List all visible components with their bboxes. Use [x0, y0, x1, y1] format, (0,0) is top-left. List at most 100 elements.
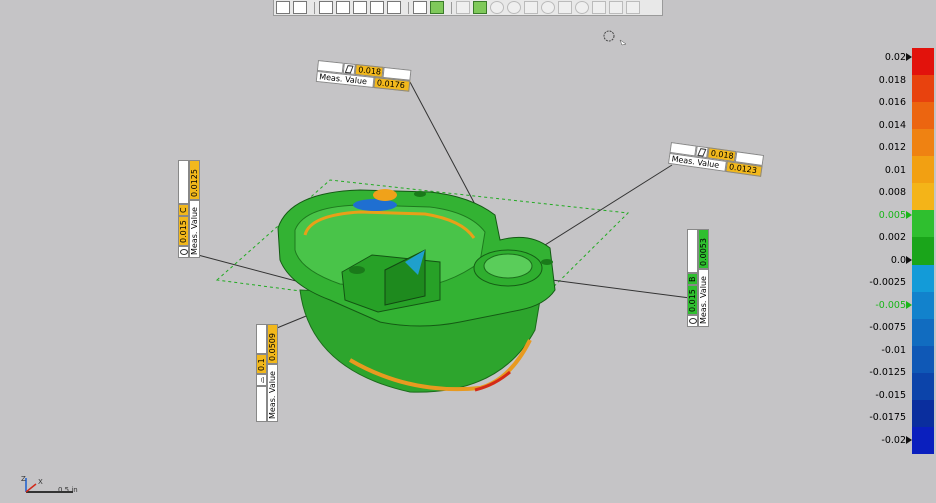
scale-tick-label: 0.008 — [878, 187, 906, 199]
clip-icon[interactable] — [558, 1, 572, 14]
meas-value: 0.0509 — [267, 324, 278, 364]
scale-marker-icon — [906, 210, 912, 219]
meas-value: 0.0125 — [189, 160, 200, 200]
scale-marker-icon — [906, 300, 912, 309]
scale-segment — [912, 75, 934, 103]
datum-label: B — [687, 273, 698, 285]
model-view[interactable] — [0, 0, 936, 503]
zoom-icon[interactable] — [524, 1, 538, 14]
scale-segment — [912, 156, 934, 184]
tolerance-value: 0.015 — [687, 285, 698, 315]
line-icon[interactable] — [456, 1, 470, 14]
view-back-icon[interactable] — [353, 1, 367, 14]
fit-view-icon[interactable] — [387, 1, 401, 14]
scale-tick-label: -0.015 — [875, 389, 906, 401]
callout-position-c[interactable]: 0.015 C Meas. Value 0.0125 — [178, 160, 200, 258]
toolbar-separator — [451, 1, 452, 14]
callout-spacer — [687, 229, 698, 273]
leader-line — [409, 81, 479, 211]
scale-tick-label: 0.02 — [884, 52, 906, 63]
grid-selected-icon[interactable] — [430, 1, 444, 14]
callout-profile[interactable]: ⌓ 0.1 Meas. Value 0.0509 — [256, 324, 278, 422]
scale-tick-label: -0.0125 — [869, 367, 906, 379]
scale-segment — [912, 237, 934, 266]
callout-position-b[interactable]: 0.015 B Meas. Value 0.0053 — [687, 229, 709, 327]
grid-icon[interactable] — [413, 1, 427, 14]
scale-segment — [912, 210, 934, 238]
scale-segment — [912, 399, 934, 428]
meas-label: Meas. Value — [267, 364, 278, 422]
scale-tick-label: 0.002 — [878, 232, 906, 244]
scale-marker-icon — [906, 255, 912, 264]
view-side-icon[interactable] — [336, 1, 350, 14]
meas-value: 0.0053 — [698, 229, 709, 269]
scale-unit: 0.5 in — [58, 486, 78, 494]
view-front-icon[interactable] — [293, 1, 307, 14]
3d-viewport[interactable]: 0.018 Meas. Value 0.0176 0.018 Meas. Val… — [0, 0, 936, 503]
scale-tick-label: 0.016 — [878, 97, 906, 109]
scale-tick-label: 0.018 — [878, 74, 906, 86]
scale-segment — [912, 291, 934, 320]
scale-marker-icon — [906, 436, 912, 444]
toolbar-separator — [408, 1, 409, 14]
scale-tick-label: -0.01 — [881, 344, 906, 356]
scale-tick-label: -0.0075 — [869, 322, 906, 334]
part-hole — [414, 191, 426, 197]
measure-icon[interactable] — [541, 1, 555, 14]
scale-tick-label: 0.0 — [890, 254, 906, 266]
tolerance-value: 0.1 — [256, 354, 267, 374]
scale-segment — [912, 129, 934, 157]
scale-tick-label: -0.0175 — [869, 412, 906, 424]
x-axis-icon — [25, 483, 37, 493]
part-boss-hole — [483, 253, 533, 279]
z-axis-label: Z — [21, 475, 26, 483]
scale-tick-label: 0.014 — [878, 119, 906, 131]
select-box-icon[interactable] — [473, 1, 487, 14]
deviation-spot — [373, 189, 397, 201]
light-icon[interactable] — [575, 1, 589, 14]
datum-label: C — [178, 204, 189, 216]
meas-label: Meas. Value — [189, 200, 200, 258]
scale-segment — [912, 264, 934, 293]
scale-segment — [912, 345, 934, 374]
leader-line — [551, 279, 691, 299]
view-toolbar — [273, 0, 663, 16]
view-iso-icon[interactable] — [276, 1, 290, 14]
scale-tick-label: -0.0025 — [869, 277, 906, 289]
rotation-cursor-icon — [603, 30, 615, 42]
pan-icon[interactable] — [507, 1, 521, 14]
view-bottom-icon[interactable] — [370, 1, 384, 14]
toolbar-separator — [314, 1, 315, 14]
scale-segment — [912, 372, 934, 401]
deviation-spot — [353, 199, 397, 211]
scale-tick-label: 0.012 — [878, 142, 906, 154]
callout-spacer — [256, 386, 267, 422]
export-icon[interactable] — [626, 1, 640, 14]
scale-tick-label: 0.01 — [884, 164, 906, 176]
x-axis-label: X — [38, 478, 43, 486]
view-top-icon[interactable] — [319, 1, 333, 14]
scale-segment — [912, 102, 934, 130]
tolerance-value: 0.015 — [178, 216, 189, 246]
position-symbol-icon — [687, 315, 698, 327]
callout-spacer — [256, 324, 267, 354]
deviation-color-scale — [912, 48, 934, 455]
scale-segment — [912, 48, 934, 76]
settings-icon[interactable] — [609, 1, 623, 14]
callout-spacer — [178, 160, 189, 204]
meas-label: Meas. Value — [698, 269, 709, 327]
scale-segment — [912, 183, 934, 211]
scale-marker-icon — [906, 53, 912, 61]
scale-tick-label: -0.02 — [881, 435, 906, 446]
scale-segment — [912, 318, 934, 347]
profile-symbol-icon: ⌓ — [256, 374, 267, 386]
scale-tick-label: 0.005 — [878, 209, 906, 221]
rotate-icon[interactable] — [490, 1, 504, 14]
mouse-pointer-icon — [619, 39, 627, 46]
position-symbol-icon — [178, 246, 189, 258]
part-hole — [349, 266, 365, 274]
probe-icon[interactable] — [592, 1, 606, 14]
scale-tick-label: -0.005 — [875, 299, 906, 311]
part-hole — [541, 259, 553, 265]
scale-segment — [912, 426, 934, 455]
